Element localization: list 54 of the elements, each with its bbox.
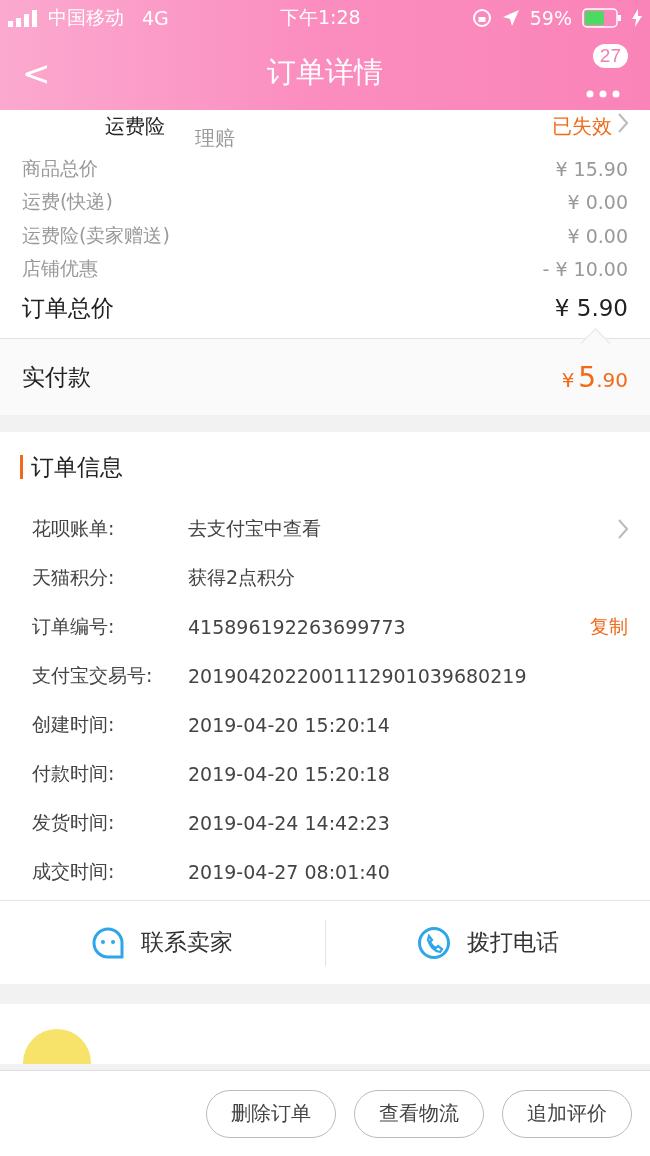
chevron-icon xyxy=(618,113,628,133)
info-label: 发货时间: xyxy=(32,809,116,835)
action-button[interactable]: 删除订单 xyxy=(206,1089,336,1138)
chevron-icon xyxy=(618,518,628,539)
location-icon xyxy=(501,9,520,27)
info-label: 创建时间: xyxy=(32,711,116,737)
info-label: 天猫积分: xyxy=(32,564,116,590)
contact-button[interactable]: 拨打电话 xyxy=(325,924,650,961)
info-value: 2019-04-20 15:20:18 xyxy=(188,762,391,785)
price-label: 订单总价 xyxy=(22,293,114,323)
price-label: 运费(快递) xyxy=(22,189,113,215)
store-avatar xyxy=(22,1028,92,1064)
insurance-status: 已失效 xyxy=(552,113,612,140)
network-label: 4G xyxy=(142,7,169,29)
price-value: ¥ 15.90 xyxy=(555,157,628,180)
info-value: 去支付宝中查看 xyxy=(188,515,322,541)
info-label: 花呗账单: xyxy=(32,515,116,541)
battery-percent: 59% xyxy=(529,7,572,29)
action-button[interactable]: 查看物流 xyxy=(354,1089,484,1138)
battery-icon xyxy=(582,8,622,28)
paid-label: 实付款 xyxy=(22,362,91,392)
clock: 下午1:28 xyxy=(279,6,361,28)
insurance-value: 理赔 xyxy=(195,125,236,152)
info-value: 2019042022001112901039680219 xyxy=(188,664,528,687)
info-value: 2019-04-20 15:20:14 xyxy=(188,713,391,736)
info-label: 付款时间: xyxy=(32,760,116,786)
more-icon xyxy=(586,90,620,98)
price-value: ¥ 5.90 xyxy=(554,295,628,321)
info-value: 415896192263699773 xyxy=(188,615,407,638)
action-button[interactable]: 追加评价 xyxy=(502,1089,632,1138)
price-label: 运费险(卖家赠送) xyxy=(22,222,170,248)
carrier-label: 中国移动 xyxy=(48,5,124,30)
info-value: 2019-04-27 08:01:40 xyxy=(188,860,391,883)
insurance-label: 运费险 xyxy=(105,113,166,140)
info-label: 支付宝交易号: xyxy=(32,662,154,688)
paid-amount: ¥5.90 xyxy=(561,360,628,394)
info-value: 获得2点积分 xyxy=(188,564,297,590)
signal-icon xyxy=(8,9,38,27)
page-title: 订单详情 xyxy=(266,54,384,91)
contact-button[interactable]: 联系卖家 xyxy=(0,924,325,961)
rotation-lock-icon xyxy=(471,8,492,28)
phone-icon xyxy=(416,925,451,960)
message-count-badge: 27 xyxy=(592,44,628,68)
charging-icon xyxy=(632,9,642,27)
info-value: 2019-04-24 14:42:23 xyxy=(188,811,391,834)
price-value: ¥ 0.00 xyxy=(567,224,628,247)
price-label: 商品总价 xyxy=(22,155,98,181)
price-value: ¥ 0.00 xyxy=(567,191,628,214)
chat-icon xyxy=(91,925,126,960)
info-label: 成交时间: xyxy=(32,858,116,884)
price-label: 店铺优惠 xyxy=(22,256,98,282)
info-label: 订单编号: xyxy=(32,613,116,639)
section-title: 订单信息 xyxy=(31,452,123,482)
price-value: - ¥ 10.00 xyxy=(542,258,628,281)
